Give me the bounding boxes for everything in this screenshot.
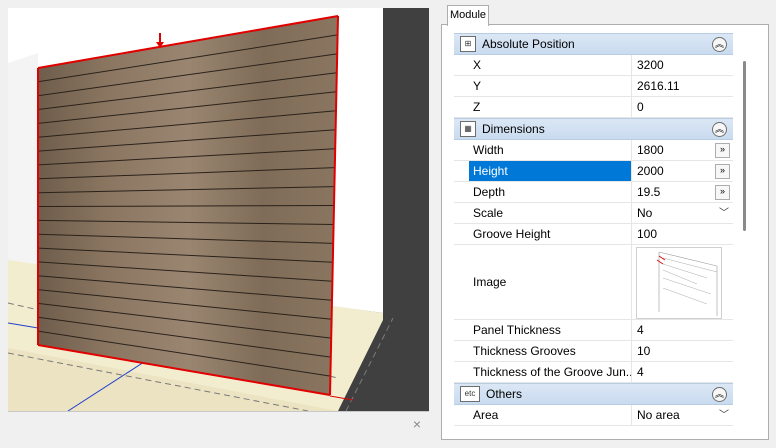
property-value[interactable]: 2616.11 [632,76,733,96]
property-row-groove-junction-thickness[interactable]: Thickness of the Groove Jun... 4 [454,362,733,383]
property-row-panel-thickness[interactable]: Panel Thickness 4 [454,320,733,341]
3d-viewport[interactable] [8,8,429,411]
property-name: Y [469,76,632,96]
property-value[interactable]: 1800 » [632,140,733,160]
panel-splitter[interactable] [429,0,439,448]
edit-button[interactable]: » [715,185,730,200]
property-name-selected: Height [469,161,632,181]
groove-diagram-icon [656,251,718,316]
property-name: Width [469,140,632,160]
scrollbar-thumb[interactable] [743,61,746,231]
position-icon: ⊞ [460,36,476,52]
property-name: Image [469,245,632,319]
property-row-width[interactable]: Width 1800 » [454,140,733,161]
property-value[interactable]: 0 [632,97,733,117]
groove-profile-image[interactable] [636,247,722,319]
property-row-y[interactable]: Y 2616.11 [454,76,733,97]
vertical-scrollbar[interactable] [740,39,750,434]
tab-frame: ⊞ Absolute Position ︽ X 3200 Y 2616.11 Z0 … [441,24,769,440]
viewport-status-bar: × [8,411,429,437]
property-row-height[interactable]: Height 2000 » [454,161,733,182]
property-value[interactable]: 2000 » [632,161,733,181]
chevron-down-icon[interactable]: ﹀ [719,406,729,426]
edit-button[interactable]: » [715,143,730,158]
category-title: Absolute Position [482,37,575,51]
value-text: 19.5 [637,185,661,199]
tab-module[interactable]: Module [447,5,489,26]
collapse-icon[interactable]: ︽ [712,37,727,52]
value-text: 2000 [637,164,664,178]
property-name: Depth [469,182,632,202]
property-name: Area [469,405,632,425]
property-row-depth[interactable]: Depth 19.5 » [454,182,733,203]
value-text: No [637,206,653,220]
property-row-groove-height[interactable]: Groove Height 100 [454,224,733,245]
property-name: Thickness Grooves [469,341,632,361]
category-dimensions[interactable]: ▦ Dimensions ︽ [454,118,733,140]
dimensions-icon: ▦ [460,121,476,137]
property-name: Scale [469,203,632,223]
collapse-icon[interactable]: ︽ [712,387,727,402]
property-name: Panel Thickness [469,320,632,340]
category-absolute-position[interactable]: ⊞ Absolute Position ︽ [454,33,733,55]
property-row-z[interactable]: Z0 [454,97,733,118]
category-others[interactable]: etc Others ︽ [454,383,733,405]
property-value[interactable] [632,245,733,319]
scale-select[interactable]: No ﹀ [632,203,733,223]
area-select[interactable]: No area ﹀ [632,405,733,425]
close-icon[interactable]: × [413,416,421,432]
category-title: Dimensions [482,122,545,136]
property-row-scale[interactable]: Scale No ﹀ [454,203,733,224]
property-value[interactable]: 4 [632,320,733,340]
property-name: X [469,55,632,75]
property-name: Thickness of the Groove Jun... [469,362,632,382]
property-row-image[interactable]: Image [454,245,733,320]
property-value[interactable]: 3200 [632,55,733,75]
chevron-down-icon[interactable]: ﹀ [719,204,729,224]
property-name: Groove Height [469,224,632,244]
property-value[interactable]: 10 [632,341,733,361]
scene-render [8,8,429,411]
collapse-icon[interactable]: ︽ [712,122,727,137]
properties-panel: Module ⊞ Absolute Position ︽ X 3200 Y 2616… [439,0,769,442]
value-text: 1800 [637,143,664,157]
property-row-x[interactable]: X 3200 [454,55,733,76]
value-text: No area [637,408,680,422]
edit-button[interactable]: » [715,164,730,179]
property-name: Z [469,97,632,117]
etc-icon: etc [460,386,480,402]
property-value[interactable]: 4 [632,362,733,382]
property-grid: ⊞ Absolute Position ︽ X 3200 Y 2616.11 Z0 … [454,33,733,436]
property-row-thickness-grooves[interactable]: Thickness Grooves 10 [454,341,733,362]
property-row-area[interactable]: Area No area ﹀ [454,405,733,426]
property-value[interactable]: 19.5 » [632,182,733,202]
property-value[interactable]: 100 [632,224,733,244]
category-title: Others [486,387,523,401]
